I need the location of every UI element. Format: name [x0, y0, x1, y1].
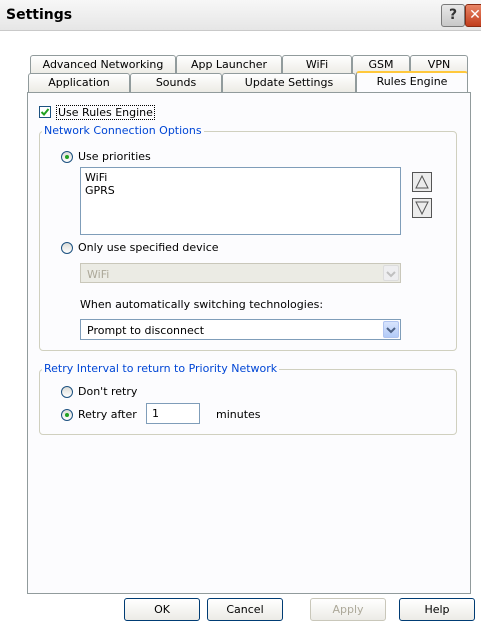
arrow-down-icon: [415, 201, 429, 216]
priority-list[interactable]: WiFi GPRS: [80, 167, 401, 235]
title-bar: Settings ? ✕: [0, 0, 481, 31]
list-item[interactable]: WiFi: [85, 171, 107, 184]
use-priorities-radio[interactable]: [61, 151, 73, 163]
retry-after-label: Retry after: [78, 408, 137, 421]
tab-advanced-networking[interactable]: Advanced Networking: [30, 55, 176, 74]
chevron-down-icon: [386, 271, 396, 278]
help-title-button[interactable]: ?: [441, 4, 465, 27]
switching-select[interactable]: Prompt to disconnect: [80, 319, 401, 340]
tab-app-launcher[interactable]: App Launcher: [176, 55, 282, 74]
close-button[interactable]: ✕: [465, 4, 481, 27]
switching-label: When automatically switching technologie…: [80, 298, 324, 311]
retry-minutes-value: 1: [152, 407, 159, 420]
arrow-up-icon: [415, 174, 429, 189]
tab-wifi[interactable]: WiFi: [282, 55, 352, 74]
checkmark-icon: [40, 108, 50, 116]
tab-application[interactable]: Application: [28, 73, 130, 92]
only-use-specified-label: Only use specified device: [78, 241, 219, 254]
move-down-button[interactable]: [412, 198, 432, 218]
network-connection-legend: Network Connection Options: [42, 124, 204, 137]
switching-select-value: Prompt to disconnect: [87, 324, 205, 337]
close-icon: ✕: [469, 7, 481, 23]
tab-sounds[interactable]: Sounds: [130, 73, 222, 92]
device-select-value: WiFi: [87, 268, 110, 281]
retry-interval-legend: Retry Interval to return to Priority Net…: [42, 362, 280, 375]
retry-minutes-input[interactable]: 1: [146, 403, 200, 424]
device-select-dropdown[interactable]: [383, 265, 399, 281]
move-up-button[interactable]: [412, 172, 432, 192]
use-priorities-label: Use priorities: [78, 150, 151, 163]
tab-update-settings[interactable]: Update Settings: [222, 73, 356, 92]
ok-button[interactable]: OK: [124, 598, 200, 621]
help-button[interactable]: Help: [399, 598, 475, 621]
window-title: Settings: [6, 7, 73, 23]
list-item[interactable]: GPRS: [85, 184, 115, 197]
only-use-specified-radio[interactable]: [61, 242, 73, 254]
use-rules-engine-checkbox[interactable]: [39, 106, 51, 118]
question-icon: ?: [448, 7, 458, 23]
dont-retry-label: Don't retry: [78, 385, 138, 398]
chevron-down-icon: [386, 327, 396, 334]
switching-select-dropdown[interactable]: [383, 321, 399, 338]
apply-button[interactable]: Apply: [310, 598, 386, 621]
minutes-label: minutes: [216, 408, 261, 421]
use-rules-engine-label: Use Rules Engine: [56, 105, 155, 120]
retry-interval-group: [39, 369, 457, 435]
tab-rules-engine[interactable]: Rules Engine: [356, 71, 468, 92]
retry-after-radio[interactable]: [61, 409, 73, 421]
cancel-button[interactable]: Cancel: [207, 598, 283, 621]
dont-retry-radio[interactable]: [61, 386, 73, 398]
device-select[interactable]: WiFi: [80, 263, 401, 283]
